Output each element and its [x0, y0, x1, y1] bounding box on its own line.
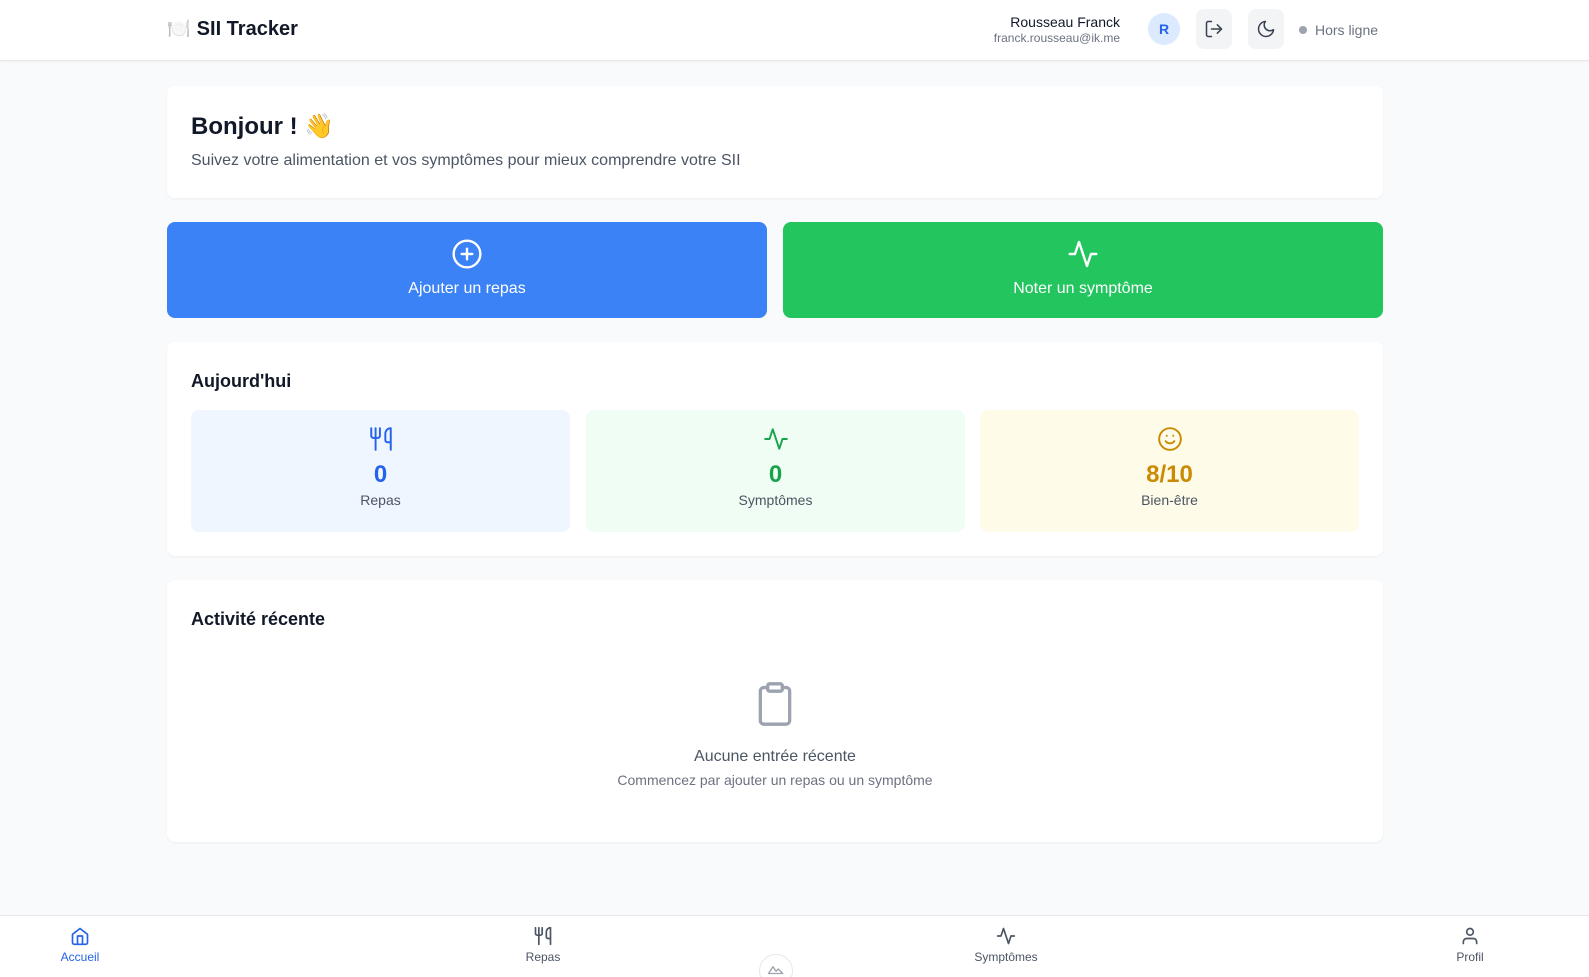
- nav-item-symptoms-label: Symptômes: [974, 950, 1038, 964]
- avatar[interactable]: R: [1148, 13, 1180, 45]
- empty-state-title: Aucune entrée récente: [694, 748, 856, 765]
- nav-item-profile[interactable]: Profil: [1410, 926, 1530, 964]
- status-text: Hors ligne: [1315, 22, 1379, 38]
- clipboard-icon: [753, 680, 797, 728]
- nav-item-home[interactable]: Accueil: [20, 926, 140, 964]
- stat-meals-value: 0: [373, 461, 388, 488]
- user-icon: [1460, 926, 1480, 946]
- nav-item-symptoms[interactable]: Symptômes: [946, 926, 1066, 964]
- add-symptom-button[interactable]: Noter un symptôme: [783, 222, 1383, 318]
- nav-item-meals-label: Repas: [525, 950, 561, 964]
- greeting-title: Bonjour ! 👋: [191, 113, 335, 140]
- top-header: 🍽️ SII Tracker Rousseau Franck franck.ro…: [0, 0, 1589, 61]
- plate-icon: 🍽️: [167, 18, 191, 40]
- app-brand[interactable]: 🍽️ SII Tracker: [167, 16, 298, 42]
- user-info: Rousseau Franck franck.rousseau@ik.me: [860, 13, 1120, 46]
- utensils-icon: [368, 426, 394, 452]
- activity-icon: [996, 926, 1016, 946]
- stat-symptoms-value: 0: [768, 461, 783, 488]
- bottom-navigation: Accueil Repas Symptômes Profil: [0, 915, 1589, 977]
- connection-status: Hors ligne: [1299, 20, 1378, 40]
- nav-item-home-label: Accueil: [60, 950, 100, 964]
- add-meal-label: Ajouter un repas: [408, 280, 526, 297]
- recent-activity-card: Activité récente Aucune entrée récente C…: [167, 580, 1383, 842]
- activity-icon: [1067, 238, 1099, 270]
- add-symptom-label: Noter un symptôme: [1013, 280, 1153, 297]
- greeting-card: Bonjour ! 👋 Suivez votre alimentation et…: [167, 86, 1383, 198]
- stat-wellbeing-value: 8/10: [1146, 461, 1193, 488]
- utensils-icon: [533, 926, 553, 946]
- home-icon: [70, 926, 90, 946]
- theme-toggle-button[interactable]: [1248, 9, 1284, 49]
- stat-symptoms[interactable]: 0 Symptômes: [586, 410, 965, 532]
- moon-icon: [1256, 19, 1276, 39]
- mountain-icon: [767, 963, 785, 975]
- plus-circle-icon: [451, 238, 483, 270]
- nav-item-profile-label: Profil: [1456, 950, 1484, 964]
- user-email: franck.rousseau@ik.me: [993, 31, 1120, 45]
- user-name: Rousseau Franck: [1010, 14, 1120, 30]
- smile-icon: [1157, 426, 1183, 452]
- logout-icon: [1204, 19, 1224, 39]
- add-meal-button[interactable]: Ajouter un repas: [167, 222, 767, 318]
- recent-activity-title: Activité récente: [191, 609, 326, 629]
- empty-state: Aucune entrée récente Commencez par ajou…: [167, 680, 1383, 788]
- logout-button[interactable]: [1196, 9, 1232, 49]
- empty-state-subtitle: Commencez par ajouter un repas ou un sym…: [617, 772, 933, 788]
- stat-meals-label: Repas: [360, 492, 401, 508]
- today-card: Aujourd'hui 0 Repas 0 Symptômes 8/10 Bie…: [167, 342, 1383, 556]
- status-dot: [1299, 26, 1307, 34]
- stat-symptoms-label: Symptômes: [738, 492, 813, 508]
- stat-meals[interactable]: 0 Repas: [191, 410, 570, 532]
- today-title: Aujourd'hui: [191, 371, 292, 391]
- app-title: SII Tracker: [196, 17, 298, 40]
- stat-wellbeing[interactable]: 8/10 Bien-être: [980, 410, 1359, 532]
- activity-icon: [763, 426, 789, 452]
- nav-item-meals[interactable]: Repas: [483, 926, 603, 964]
- greeting-subtitle: Suivez votre alimentation et vos symptôm…: [191, 152, 741, 169]
- stat-wellbeing-label: Bien-être: [1141, 492, 1198, 508]
